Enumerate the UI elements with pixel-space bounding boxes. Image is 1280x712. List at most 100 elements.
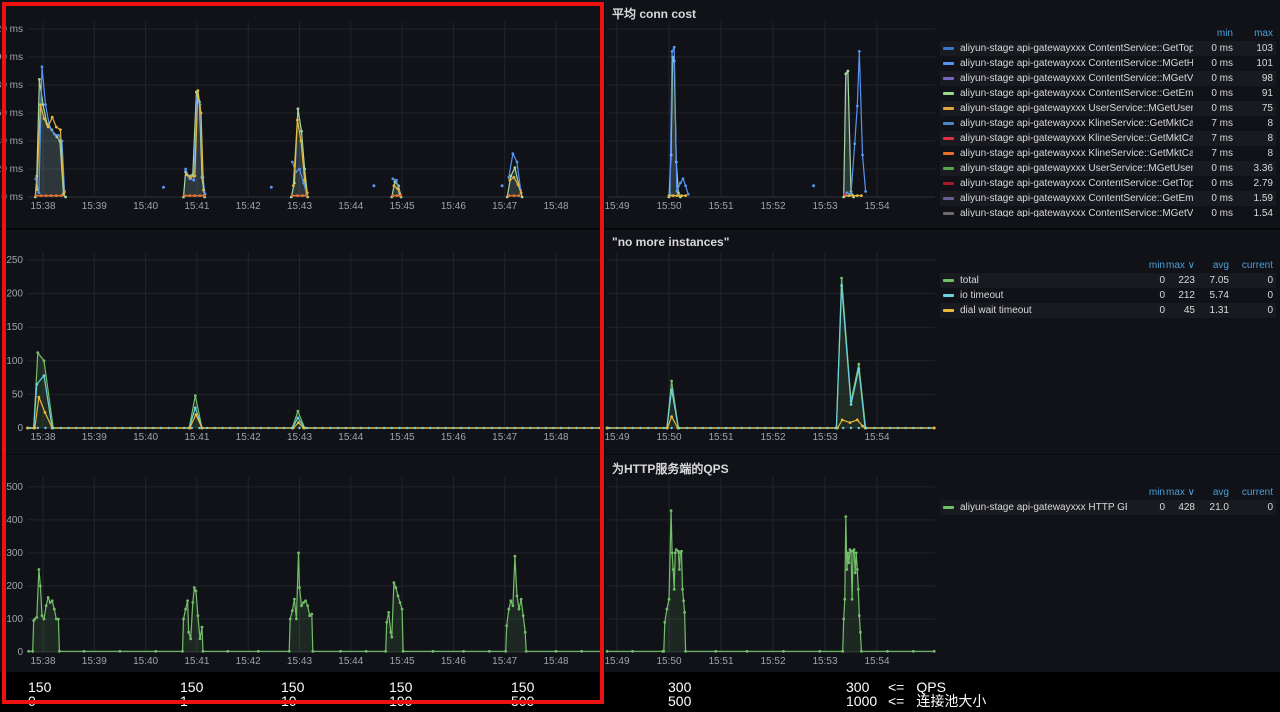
legend-col-max[interactable]: max bbox=[1233, 28, 1273, 39]
y-axis-label: 20 ms bbox=[0, 164, 23, 175]
legend-value: 7 ms bbox=[1193, 118, 1233, 129]
conn-cost-left-plot[interactable]: 0 ms20 ms40 ms60 ms80 ms100 ms120 ms15:3… bbox=[0, 0, 604, 215]
series-label[interactable]: aliyun-stage api-gatewayxxx KlineService… bbox=[960, 148, 1193, 159]
load-phase-label: 150100 bbox=[389, 680, 425, 708]
x-axis-label: 15:44 bbox=[338, 432, 363, 443]
series-label[interactable]: aliyun-stage api-gatewayxxx ContentServi… bbox=[960, 193, 1193, 204]
legend-row: io timeout02125.740 bbox=[940, 288, 1276, 303]
legend-row: aliyun-stage api-gatewayxxx UserService:… bbox=[940, 101, 1276, 116]
series-label[interactable]: aliyun-stage api-gatewayxxx HTTP GET /v1… bbox=[960, 502, 1127, 513]
legend-col-current[interactable]: current bbox=[1229, 487, 1273, 498]
legend-conn-cost: minmax aliyun-stage api-gatewayxxx Conten… bbox=[940, 26, 1276, 217]
legend-row: aliyun-stage api-gatewayxxx ContentServi… bbox=[940, 56, 1276, 71]
y-axis-label: 60 ms bbox=[0, 108, 23, 119]
series-label[interactable]: aliyun-stage api-gatewayxxx KlineService… bbox=[960, 118, 1193, 129]
no-more-instances-right-plot[interactable]: 15:4915:5015:5115:5215:5315:54 bbox=[605, 230, 940, 443]
x-axis-label: 15:42 bbox=[236, 656, 261, 667]
x-axis-label: 15:45 bbox=[390, 656, 415, 667]
series-color-swatch bbox=[943, 92, 954, 95]
y-axis-label: 500 bbox=[6, 482, 23, 493]
legend-col-min[interactable]: min bbox=[1127, 260, 1165, 271]
y-axis-label: 250 bbox=[6, 255, 23, 266]
series-color-swatch bbox=[943, 47, 954, 50]
legend-col-avg[interactable]: avg bbox=[1195, 260, 1229, 271]
panel-conn-cost-left: 0 ms20 ms40 ms60 ms80 ms100 ms120 ms15:3… bbox=[0, 0, 604, 228]
series-label[interactable]: total bbox=[960, 275, 1127, 286]
series-label[interactable]: aliyun-stage api-gatewayxxx UserService:… bbox=[960, 163, 1193, 174]
series-color-swatch bbox=[943, 294, 954, 297]
legend-value: 0 bbox=[1127, 305, 1165, 316]
legend-value: 1.54 bbox=[1233, 208, 1273, 217]
panel-conn-cost-right: 平均 conn cost 15:4915:5015:5115:5215:5315… bbox=[605, 0, 1280, 228]
http-qps-left-plot[interactable]: 010020030040050015:3815:3915:4015:4115:4… bbox=[0, 455, 604, 667]
y-axis-label: 100 bbox=[6, 356, 23, 367]
legend-row: aliyun-stage api-gatewayxxx ContentServi… bbox=[940, 71, 1276, 86]
x-axis-label: 15:42 bbox=[236, 432, 261, 443]
load-phase-label: 300<=QPS1000<=连接池大小 bbox=[846, 680, 986, 708]
series-label[interactable]: aliyun-stage api-gatewayxxx UserService:… bbox=[960, 103, 1193, 114]
y-axis-label: 300 bbox=[6, 548, 23, 559]
legend-value: 7.05 bbox=[1195, 275, 1229, 286]
x-axis-label: 15:38 bbox=[30, 201, 55, 212]
legend-col-max[interactable]: max ∨ bbox=[1165, 487, 1195, 498]
series-label[interactable]: aliyun-stage api-gatewayxxx KlineService… bbox=[960, 133, 1193, 144]
load-phase-label: 150500 bbox=[511, 680, 547, 708]
legend-header: minmax ∨avgcurrent bbox=[940, 485, 1276, 500]
http-qps-right-plot[interactable]: 15:4915:5015:5115:5215:5315:54 bbox=[605, 455, 940, 667]
x-axis-label: 15:51 bbox=[708, 432, 733, 443]
legend-row: aliyun-stage api-gatewayxxx ContentServi… bbox=[940, 191, 1276, 206]
legend-header: minmax bbox=[940, 26, 1276, 41]
series-label[interactable]: aliyun-stage api-gatewayxxx ContentServi… bbox=[960, 58, 1193, 69]
x-axis-label: 15:41 bbox=[184, 432, 209, 443]
y-axis-label: 0 bbox=[17, 647, 23, 658]
legend-col-min[interactable]: min bbox=[1127, 487, 1165, 498]
legend-value: 1.31 bbox=[1195, 305, 1229, 316]
legend-value: 7 ms bbox=[1193, 133, 1233, 144]
legend-row: aliyun-stage api-gatewayxxx ContentServi… bbox=[940, 176, 1276, 191]
series-color-swatch bbox=[943, 182, 954, 185]
series-color-swatch bbox=[943, 77, 954, 80]
y-axis-label: 40 ms bbox=[0, 136, 23, 147]
pool-axis-name: 连接池大小 bbox=[916, 694, 986, 708]
pool-size-value: 1000 bbox=[846, 694, 882, 708]
y-axis-label: 0 ms bbox=[1, 192, 23, 203]
series-label[interactable]: aliyun-stage api-gatewayxxx ContentServi… bbox=[960, 43, 1193, 54]
legend-value: 0 ms bbox=[1193, 43, 1233, 54]
x-axis-label: 15:41 bbox=[184, 201, 209, 212]
x-axis-label: 15:44 bbox=[338, 656, 363, 667]
no-more-instances-left-plot[interactable]: 05010015020025015:3815:3915:4015:4115:42… bbox=[0, 230, 604, 443]
legend-col-min[interactable]: min bbox=[1193, 28, 1233, 39]
series-label[interactable]: dial wait timeout bbox=[960, 305, 1127, 316]
legend-value: 0 ms bbox=[1193, 58, 1233, 69]
x-axis-label: 15:39 bbox=[82, 656, 107, 667]
series-label[interactable]: aliyun-stage api-gatewayxxx ContentServi… bbox=[960, 88, 1193, 99]
series-label[interactable]: aliyun-stage api-gatewayxxx ContentServi… bbox=[960, 208, 1193, 217]
legend-row: dial wait timeout0451.310 bbox=[940, 303, 1276, 318]
x-axis-label: 15:41 bbox=[184, 656, 209, 667]
x-axis-label: 15:47 bbox=[492, 432, 517, 443]
legend-col-avg[interactable]: avg bbox=[1195, 487, 1229, 498]
x-axis-label: 15:46 bbox=[441, 432, 466, 443]
legend-col-max[interactable]: max ∨ bbox=[1165, 260, 1195, 271]
series-label[interactable]: io timeout bbox=[960, 290, 1127, 301]
legend-col-current[interactable]: current bbox=[1229, 260, 1273, 271]
x-axis-label: 15:43 bbox=[287, 432, 312, 443]
legend-http-qps: minmax ∨avgcurrent aliyun-stage api-gatew… bbox=[940, 485, 1276, 515]
load-phase-label: 1501 bbox=[180, 680, 216, 708]
series-label[interactable]: aliyun-stage api-gatewayxxx ContentServi… bbox=[960, 178, 1193, 189]
series-color-swatch bbox=[943, 107, 954, 110]
legend-value: 91 bbox=[1233, 88, 1273, 99]
legend-value: 0 ms bbox=[1193, 163, 1233, 174]
x-axis-label: 15:52 bbox=[760, 656, 785, 667]
series-label[interactable]: aliyun-stage api-gatewayxxx ContentServi… bbox=[960, 73, 1193, 84]
pool-size-value: 500 bbox=[668, 694, 704, 708]
qps-value: 300 bbox=[668, 680, 704, 694]
x-axis-label: 15:40 bbox=[133, 656, 158, 667]
conn-cost-right-plot[interactable]: 15:4915:5015:5115:5215:5315:54 bbox=[605, 0, 940, 215]
x-axis-label: 15:43 bbox=[287, 656, 312, 667]
legend-value: 1.59 bbox=[1233, 193, 1273, 204]
legend-value: 103 bbox=[1233, 43, 1273, 54]
x-axis-label: 15:48 bbox=[543, 201, 568, 212]
legend-value: 7 ms bbox=[1193, 148, 1233, 159]
x-axis-label: 15:47 bbox=[492, 201, 517, 212]
